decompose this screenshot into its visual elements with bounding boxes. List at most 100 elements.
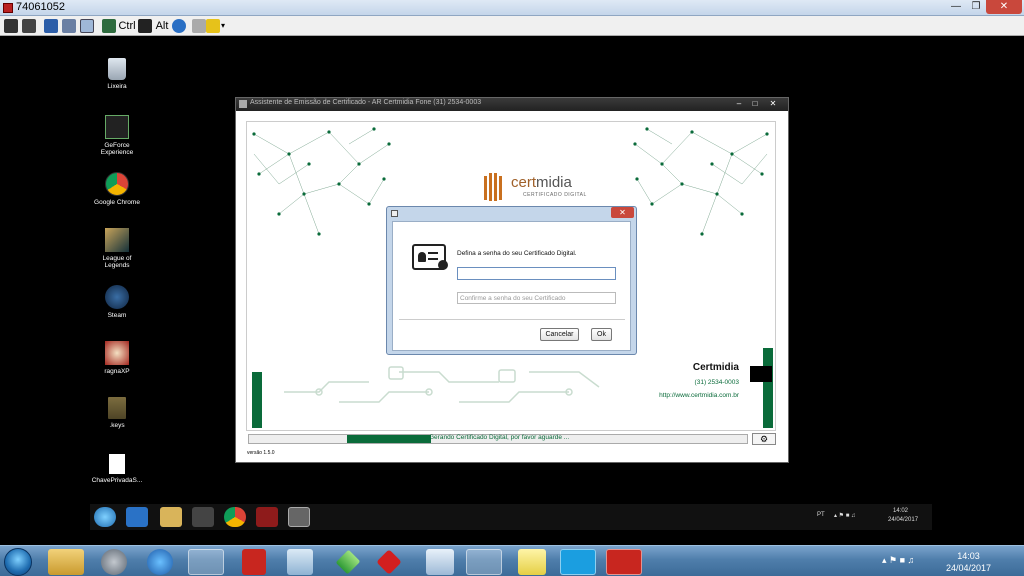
firefox-icon[interactable] xyxy=(466,549,502,575)
steam-icon xyxy=(105,285,129,309)
greenshot-icon[interactable] xyxy=(335,549,361,575)
ctrl-key-button[interactable]: Ctrl xyxy=(118,18,136,34)
alt-key-button[interactable]: Alt xyxy=(154,18,170,34)
window-close-button[interactable]: ✕ xyxy=(766,98,780,110)
logo-mark-icon xyxy=(484,173,502,201)
remote-toolbar: Ctrl Alt ▾ xyxy=(0,16,1024,36)
recycle-bin-icon xyxy=(108,58,126,80)
progress-fill xyxy=(347,435,431,443)
desktop-icon-label: Steam xyxy=(107,312,127,319)
desktop-icon-ragnaxp[interactable]: ragnaXP xyxy=(90,341,144,375)
chevron-down-icon[interactable]: ▾ xyxy=(219,18,227,34)
desktop-icon-label: .keys xyxy=(109,422,125,429)
remote-tray-icons[interactable]: ▴ ⚑ ■ ♫ xyxy=(834,512,856,519)
progress-status-text: Gerando Certificado Digital, por favor a… xyxy=(429,434,570,441)
remote-java-icon[interactable] xyxy=(288,507,310,527)
dialog-prompt: Defina a senha do seu Certificado Digita… xyxy=(457,250,577,257)
skype-icon[interactable] xyxy=(560,549,596,575)
desktop-icon-league[interactable]: League of Legends xyxy=(90,228,144,269)
outlook-icon[interactable] xyxy=(101,549,127,575)
remote-app-icon xyxy=(3,3,13,13)
explorer-icon[interactable] xyxy=(48,549,84,575)
desktop-icon-label: League of Legends xyxy=(102,255,132,269)
chrome-taskbar-icon[interactable] xyxy=(188,549,224,575)
diamond-app-icon[interactable] xyxy=(376,549,402,575)
audio-icon[interactable] xyxy=(62,19,76,33)
desktop-icon-steam[interactable]: Steam xyxy=(90,285,144,319)
dialog-separator xyxy=(399,319,625,320)
password-dialog: ✕ Defina a senha do seu Certificado Digi… xyxy=(386,206,637,355)
clock-time: 14:03 xyxy=(957,551,980,561)
remote-session-taskbar-icon[interactable] xyxy=(606,549,642,575)
remote-clock-date: 24/04/2017 xyxy=(888,517,919,523)
ctrl-alt-del-icon[interactable] xyxy=(138,19,152,33)
remote-taskbar: PT ▴ ⚑ ■ ♫ 14:02 24/04/2017 xyxy=(90,504,932,530)
refresh-icon[interactable] xyxy=(172,19,186,33)
remote-ie-icon[interactable] xyxy=(126,507,148,527)
remote-media-icon[interactable] xyxy=(192,507,214,527)
side-tab xyxy=(750,366,772,382)
remote-session-title: 74061052 xyxy=(16,1,65,13)
cert-wizard-title: Assistente de Emissão de Certificado - A… xyxy=(250,99,482,106)
desktop-icon-label: ragnaXP xyxy=(104,368,130,375)
close-button[interactable]: ✕ xyxy=(986,0,1022,14)
taskbar: ▴ ⚑ ■ ♫ 14:03 24/04/2017 xyxy=(0,545,1024,576)
acrobat-icon[interactable] xyxy=(242,549,266,575)
version-label: versão 1.5.0 xyxy=(247,450,275,456)
clock-date: 24/04/2017 xyxy=(946,563,992,573)
tray-icons[interactable]: ▴ ⚑ ■ ♫ xyxy=(882,555,914,566)
fit-icon[interactable] xyxy=(102,19,116,33)
contact-name: Certmidia xyxy=(692,362,739,373)
desktop-icon-label: ChavePrivadaS... xyxy=(91,477,143,484)
window-maximize-button[interactable]: □ xyxy=(748,98,762,110)
sticky-notes-icon[interactable] xyxy=(518,549,546,575)
transfer-icon[interactable] xyxy=(22,19,36,33)
remote-chrome-icon[interactable] xyxy=(224,507,246,527)
pen-icon[interactable] xyxy=(192,19,206,33)
desktop-icon-chrome[interactable]: Google Chrome xyxy=(90,172,144,206)
desktop-icon-geforce[interactable]: GeForce Experience xyxy=(90,115,144,156)
settings-button[interactable]: ⚙ xyxy=(752,433,776,445)
remote-session-titlebar: 74061052 — ❐ ✕ xyxy=(0,0,1024,16)
green-accent-bar-left xyxy=(252,372,262,428)
logo-wordmark: certmidia xyxy=(511,174,572,191)
paint-icon[interactable] xyxy=(287,549,313,575)
remote-explorer-icon[interactable] xyxy=(160,507,182,527)
minimize-button[interactable]: — xyxy=(946,0,966,14)
screen-icon[interactable] xyxy=(80,19,94,33)
dialog-app-icon xyxy=(391,210,398,217)
desktop-icon-chave[interactable]: ChavePrivadaS... xyxy=(90,454,144,484)
chrome-icon xyxy=(105,172,129,196)
geforce-icon xyxy=(105,115,129,139)
contact-url[interactable]: http://www.certmidia.com.br xyxy=(647,392,739,399)
remote-lang[interactable]: PT xyxy=(817,512,825,518)
desktop-icon-keys[interactable]: .keys xyxy=(90,397,144,429)
remote-start-icon[interactable] xyxy=(94,507,116,527)
notes-icon[interactable] xyxy=(426,549,454,575)
confirm-password-input[interactable] xyxy=(457,292,616,304)
folder-icon xyxy=(108,397,126,419)
league-icon xyxy=(105,228,129,252)
window-minimize-button[interactable]: – xyxy=(732,98,746,110)
clock[interactable]: 14:03 24/04/2017 xyxy=(946,550,991,574)
logo-subtitle: CERTIFICADO DIGITAL xyxy=(523,192,587,198)
dialog-titlebar: ✕ xyxy=(387,207,636,219)
remote-acrobat-icon[interactable] xyxy=(256,507,278,527)
ie-icon[interactable] xyxy=(147,549,173,575)
ok-button[interactable]: Ok xyxy=(591,328,612,341)
start-button[interactable] xyxy=(4,548,32,576)
dialog-close-button[interactable]: ✕ xyxy=(611,207,634,218)
connect-icon[interactable] xyxy=(4,19,18,33)
network-decoration-left xyxy=(252,127,391,236)
network-decoration-right xyxy=(633,127,769,236)
progress-bar: Gerando Certificado Digital, por favor a… xyxy=(248,434,748,444)
dialog-body: Defina a senha do seu Certificado Digita… xyxy=(392,221,631,351)
password-input[interactable] xyxy=(457,267,616,280)
gear-icon: ⚙ xyxy=(759,434,769,444)
maximize-button[interactable]: ❐ xyxy=(966,0,986,14)
contact-phone: (31) 2534-0003 xyxy=(694,379,739,386)
desktop-icon-lixeira[interactable]: Lixeira xyxy=(90,58,144,90)
cancel-button[interactable]: Cancelar xyxy=(540,328,579,341)
view-icon[interactable] xyxy=(44,19,58,33)
lightning-icon[interactable] xyxy=(206,19,220,33)
